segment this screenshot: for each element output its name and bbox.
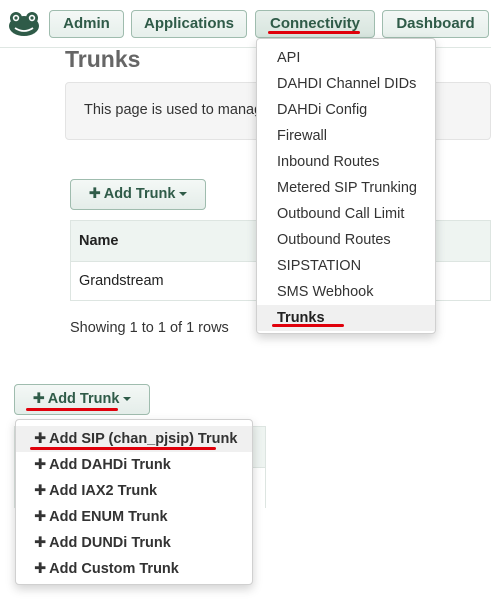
add-trunk-label: Add Trunk	[47, 391, 120, 407]
page-title: Trunks	[65, 46, 141, 72]
add-sip-highlight-underline	[30, 447, 216, 450]
info-text: This page is used to manage	[84, 102, 271, 118]
pagination-info: Showing 1 to 1 of 1 rows	[70, 320, 229, 336]
menu-item-outbound-routes[interactable]: Outbound Routes	[257, 227, 435, 253]
menu-item-add-dahdi-trunk[interactable]: ✚ Add DAHDi Trunk	[16, 452, 252, 478]
plus-icon: ✚	[34, 457, 47, 473]
connectivity-highlight-underline	[268, 31, 360, 34]
menu-item-firewall[interactable]: Firewall	[257, 123, 435, 149]
menu-item-sipstation[interactable]: SIPSTATION	[257, 253, 435, 279]
table-border	[265, 468, 266, 508]
menu-item-trunks[interactable]: Trunks	[257, 305, 435, 331]
menu-item-add-iax2-trunk[interactable]: ✚ Add IAX2 Trunk	[16, 478, 252, 504]
frog-logo-icon[interactable]	[7, 9, 41, 37]
menu-item-label: Add Custom Trunk	[49, 561, 179, 577]
menu-item-label: Add DUNDi Trunk	[49, 535, 171, 551]
plus-icon: ✚	[88, 186, 101, 202]
connectivity-menu: API DAHDI Channel DIDs DAHDi Config Fire…	[256, 38, 436, 334]
menu-item-add-enum-trunk[interactable]: ✚ Add ENUM Trunk	[16, 504, 252, 530]
menu-item-outbound-call-limit[interactable]: Outbound Call Limit	[257, 201, 435, 227]
menu-item-label: Add SIP (chan_pjsip) Trunk	[49, 431, 238, 447]
trunks-highlight-underline	[272, 324, 344, 327]
caret-down-icon	[179, 192, 188, 197]
nav-dashboard-button[interactable]: Dashboard	[382, 10, 489, 38]
column-header-name[interactable]: Name	[79, 233, 119, 249]
menu-item-label: Add DAHDi Trunk	[49, 457, 171, 473]
menu-item-inbound-routes[interactable]: Inbound Routes	[257, 149, 435, 175]
add-trunk-highlight-underline	[26, 408, 118, 411]
caret-down-icon	[123, 397, 132, 402]
plus-icon: ✚	[34, 535, 47, 551]
table-row[interactable]: Grandstream	[79, 273, 164, 289]
menu-item-dahdi-config[interactable]: DAHDi Config	[257, 97, 435, 123]
add-trunk-button[interactable]: ✚ Add Trunk	[70, 179, 206, 210]
menu-item-add-dundi-trunk[interactable]: ✚ Add DUNDi Trunk	[16, 530, 252, 556]
menu-item-sms-webhook[interactable]: SMS Webhook	[257, 279, 435, 305]
plus-icon: ✚	[34, 431, 47, 447]
plus-icon: ✚	[34, 483, 47, 499]
menu-item-label: Add IAX2 Trunk	[49, 483, 158, 499]
nav-applications-button[interactable]: Applications	[131, 10, 247, 38]
menu-item-label: Add ENUM Trunk	[49, 509, 168, 525]
plus-icon: ✚	[32, 391, 45, 407]
plus-icon: ✚	[34, 561, 47, 577]
plus-icon: ✚	[34, 509, 47, 525]
menu-item-add-custom-trunk[interactable]: ✚ Add Custom Trunk	[16, 556, 252, 582]
menu-item-metered-sip-trunking[interactable]: Metered SIP Trunking	[257, 175, 435, 201]
menu-item-dahdi-channel-dids[interactable]: DAHDI Channel DIDs	[257, 71, 435, 97]
menu-item-api[interactable]: API	[257, 45, 435, 71]
nav-admin-button[interactable]: Admin	[49, 10, 124, 38]
add-trunk-menu: ✚ Add SIP (chan_pjsip) Trunk ✚ Add DAHDi T…	[15, 419, 253, 585]
add-trunk-label: Add Trunk	[103, 186, 176, 202]
